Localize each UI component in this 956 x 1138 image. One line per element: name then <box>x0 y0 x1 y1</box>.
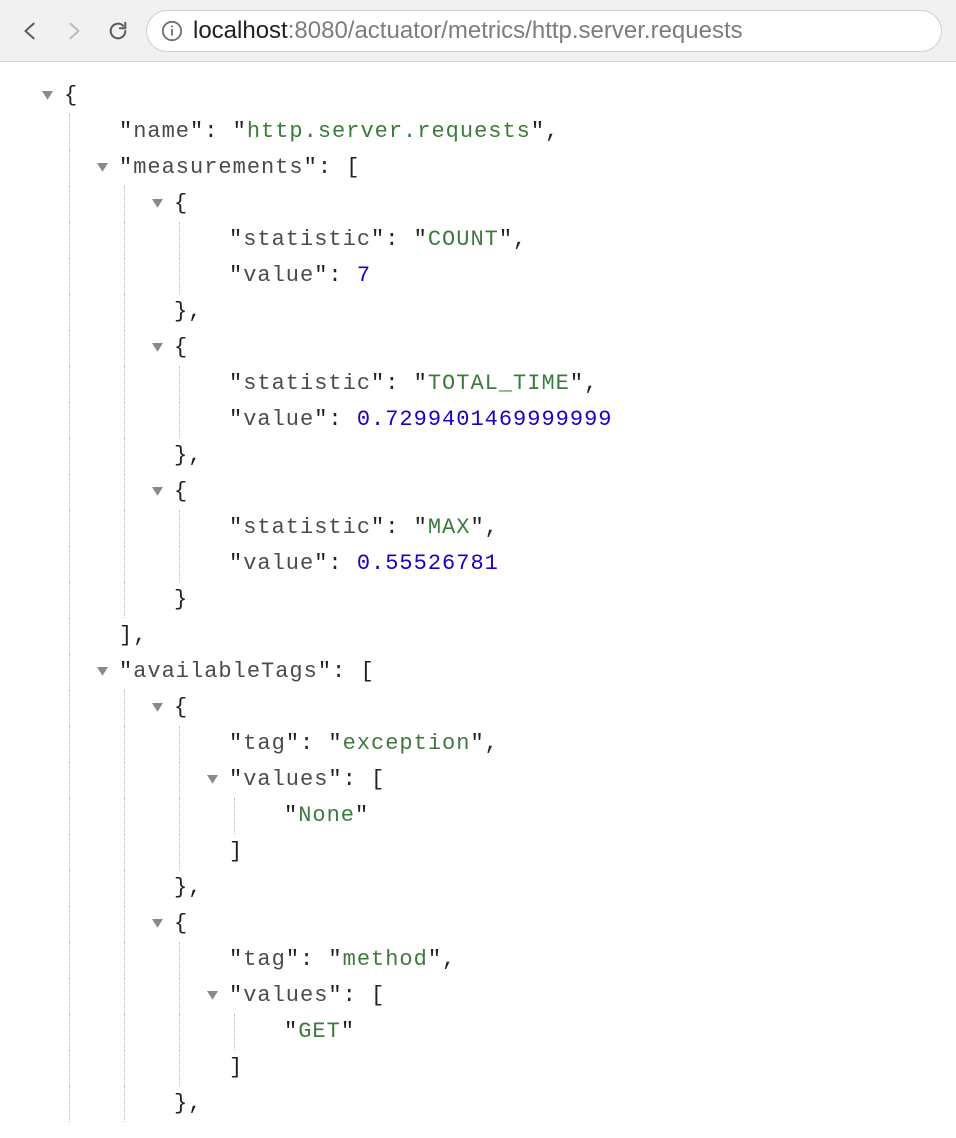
value-count: 7 <box>357 258 371 294</box>
json-line: { <box>14 690 942 726</box>
json-line: { <box>14 906 942 942</box>
reload-icon <box>107 20 129 42</box>
json-line: "availableTags": [ <box>14 654 942 690</box>
json-line: }, <box>14 870 942 906</box>
json-line: "GET" <box>14 1014 942 1050</box>
json-line: "value": 7 <box>14 258 942 294</box>
json-line: { <box>14 474 942 510</box>
json-line: "statistic": "TOTAL_TIME", <box>14 366 942 402</box>
json-line: { <box>14 78 942 114</box>
arrow-right-icon <box>63 20 85 42</box>
json-line: }, <box>14 438 942 474</box>
back-button[interactable] <box>14 15 46 47</box>
json-line: { <box>14 186 942 222</box>
json-line: "name": "http.server.requests", <box>14 114 942 150</box>
json-line: ], <box>14 618 942 654</box>
browser-toolbar: localhost:8080/actuator/metrics/http.ser… <box>0 0 956 62</box>
url-host: localhost <box>193 17 288 44</box>
url-text: localhost:8080/actuator/metrics/http.ser… <box>193 17 743 45</box>
toggle-icon[interactable] <box>97 665 115 679</box>
toggle-icon[interactable] <box>152 197 170 211</box>
json-line: }, <box>14 294 942 330</box>
json-line: { <box>14 330 942 366</box>
json-line: "values": [ <box>14 762 942 798</box>
toggle-icon[interactable] <box>207 773 225 787</box>
json-viewer: { "name": "http.server.requests", "measu… <box>0 62 956 1138</box>
json-line: }, <box>14 1086 942 1122</box>
toggle-icon[interactable] <box>97 161 115 175</box>
toggle-icon[interactable] <box>152 917 170 931</box>
json-line: } <box>14 582 942 618</box>
arrow-left-icon <box>19 20 41 42</box>
json-line: ] <box>14 834 942 870</box>
toggle-icon[interactable] <box>207 989 225 1003</box>
toggle-icon[interactable] <box>152 485 170 499</box>
json-line: "value": 0.55526781 <box>14 546 942 582</box>
toggle-icon[interactable] <box>152 341 170 355</box>
address-bar[interactable]: localhost:8080/actuator/metrics/http.ser… <box>146 10 942 52</box>
json-line: "statistic": "MAX", <box>14 510 942 546</box>
reload-button[interactable] <box>102 15 134 47</box>
json-line: "None" <box>14 798 942 834</box>
json-line: "values": [ <box>14 978 942 1014</box>
json-line: "measurements": [ <box>14 150 942 186</box>
forward-button[interactable] <box>58 15 90 47</box>
toggle-icon[interactable] <box>152 701 170 715</box>
json-line: "tag": "method", <box>14 942 942 978</box>
json-line: "tag": "exception", <box>14 726 942 762</box>
value-max: 0.55526781 <box>357 546 499 582</box>
url-path: :8080/actuator/metrics/http.server.reque… <box>288 17 743 44</box>
json-line: ] <box>14 1050 942 1086</box>
value-total-time: 0.7299401469999999 <box>357 402 613 438</box>
info-icon <box>161 20 183 42</box>
json-line: "value": 0.7299401469999999 <box>14 402 942 438</box>
toggle-icon[interactable] <box>42 89 60 103</box>
json-line: "statistic": "COUNT", <box>14 222 942 258</box>
